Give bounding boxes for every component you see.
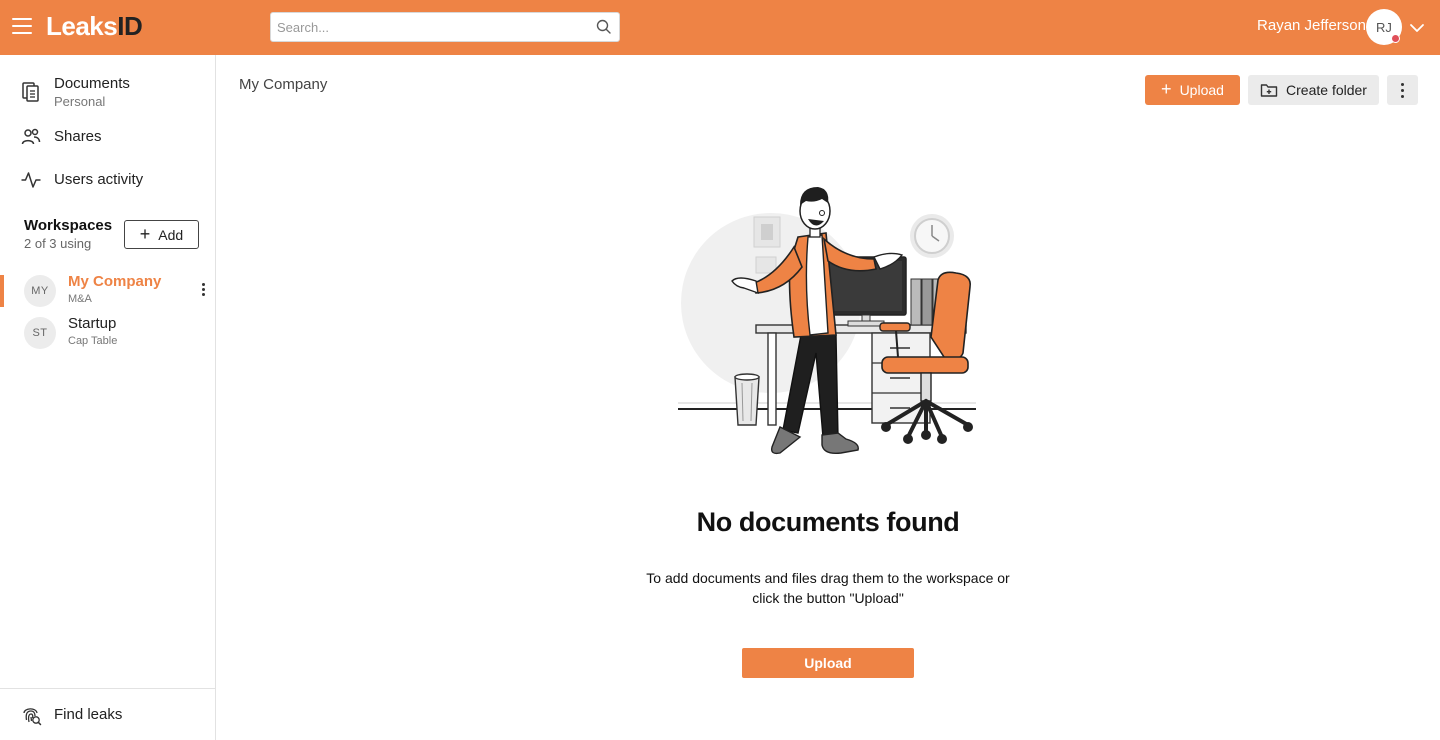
top-header: LeaksID Rayan Jefferson RJ (0, 0, 1440, 55)
workspace-avatar: ST (24, 317, 56, 349)
page-title: My Company (239, 76, 328, 93)
workspaces-count: 2 of 3 using (24, 236, 92, 251)
workspace-avatar: MY (24, 275, 56, 307)
sidebar-item-label: Users activity (54, 171, 144, 188)
upload-button[interactable]: + Upload (1145, 75, 1240, 105)
workspace-item-startup[interactable]: ST Startup Cap Table (0, 315, 215, 355)
more-vertical-icon[interactable] (1387, 75, 1418, 105)
documents-icon (22, 82, 39, 102)
fingerprint-icon (23, 708, 42, 726)
chevron-down-icon[interactable] (1408, 19, 1426, 37)
add-workspace-button[interactable]: + Add (124, 220, 199, 249)
workspace-description: Cap Table (68, 335, 118, 347)
activity-icon (21, 172, 41, 188)
app-logo[interactable]: LeaksID (46, 11, 143, 42)
workspace-description: M&A (68, 293, 92, 305)
empty-state-text: To add documents and files drag them to … (618, 568, 1038, 608)
plus-icon: + (1161, 78, 1172, 99)
workspace-item-my-company[interactable]: MY My Company M&A (0, 273, 215, 313)
create-folder-button[interactable]: Create folder (1248, 75, 1379, 105)
status-indicator (1391, 34, 1400, 43)
search-box (270, 12, 620, 42)
sidebar-item-label: Shares (54, 128, 102, 145)
user-name[interactable]: Rayan Jefferson (1257, 17, 1366, 34)
search-icon[interactable] (595, 18, 613, 36)
workspace-name: Startup (68, 315, 117, 332)
empty-state-line-1: To add documents and files drag them to … (646, 570, 1010, 586)
search-input[interactable] (277, 13, 587, 41)
folder-plus-icon (1260, 84, 1278, 97)
empty-upload-button[interactable]: Upload (742, 648, 914, 678)
sidebar-item-sublabel: Personal (54, 94, 106, 109)
create-folder-label: Create folder (1286, 82, 1367, 98)
sidebar-item-shares[interactable]: Shares (0, 125, 215, 153)
main-content: My Company + Upload Create folder No doc… (216, 55, 1440, 740)
menu-icon[interactable] (10, 14, 34, 38)
empty-state-title: No documents found (696, 507, 960, 537)
sidebar-item-find-leaks[interactable]: Find leaks (0, 688, 215, 740)
sidebar-item-users-activity[interactable]: Users activity (0, 167, 215, 195)
plus-icon: + (139, 223, 151, 244)
upload-button-label: Upload (1179, 82, 1224, 98)
add-workspace-label: Add (158, 226, 184, 243)
empty-state-illustration (678, 187, 976, 455)
shares-icon (21, 128, 41, 145)
sidebar-item-documents[interactable]: Documents Personal (0, 73, 215, 113)
workspaces-title: Workspaces (24, 217, 113, 234)
sidebar-item-label: Find leaks (54, 706, 123, 723)
sidebar: Documents Personal Shares Users activity… (0, 55, 216, 740)
more-vertical-icon[interactable] (196, 281, 210, 301)
workspace-name: My Company (68, 273, 162, 290)
sidebar-item-label: Documents (54, 75, 130, 92)
empty-state-line-2: click the button "Upload" (752, 590, 904, 606)
